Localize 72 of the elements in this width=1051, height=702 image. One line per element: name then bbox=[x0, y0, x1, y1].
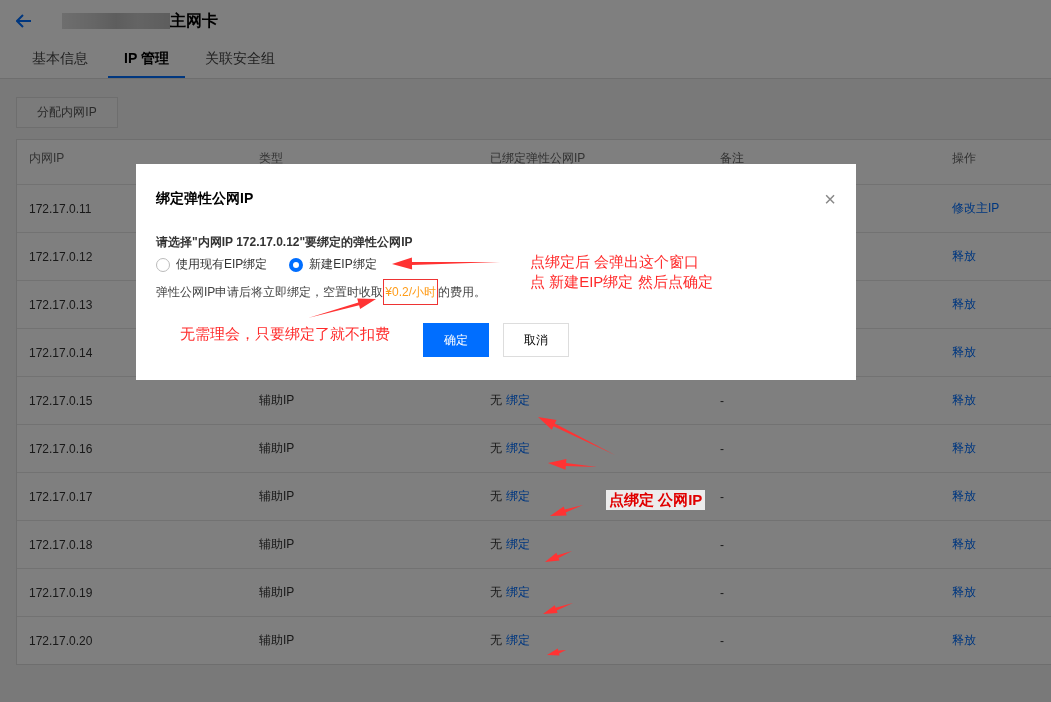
action-link[interactable]: 释放 bbox=[952, 297, 976, 311]
annotation-arrow bbox=[547, 648, 566, 656]
action-link[interactable]: 释放 bbox=[952, 249, 976, 263]
action-link[interactable]: 释放 bbox=[952, 345, 976, 359]
table-cell-text: 172.17.0.14 bbox=[29, 345, 94, 360]
confirm-button[interactable]: 确定 bbox=[423, 323, 489, 357]
action-link[interactable]: 释放 bbox=[952, 489, 976, 503]
action-link[interactable]: 释放 bbox=[952, 633, 976, 647]
bind-link[interactable]: 绑定 bbox=[506, 633, 530, 647]
column-header: 类型 bbox=[259, 150, 284, 167]
table-cell-text: 172.17.0.13 bbox=[29, 297, 94, 312]
table-cell-text: 172.17.0.16 bbox=[29, 441, 94, 456]
price-text: ¥0.2/小时 bbox=[383, 279, 439, 305]
bind-link[interactable]: 绑定 bbox=[506, 537, 530, 551]
table-cell: - bbox=[720, 633, 724, 648]
table-cell: 无 bbox=[490, 633, 502, 647]
table-cell: 辅助IP bbox=[259, 441, 295, 455]
table-cell-text: 172.17.0.17 bbox=[29, 489, 94, 504]
close-icon[interactable]: × bbox=[824, 192, 836, 206]
table-cell: 无 bbox=[490, 489, 502, 503]
table-cell-text: 172.17.0.20 bbox=[29, 633, 94, 648]
table-cell: 无 bbox=[490, 537, 502, 551]
tab[interactable]: IP 管理 bbox=[108, 42, 185, 78]
table-cell-text: 172.17.0.15 bbox=[29, 393, 94, 408]
cancel-button[interactable]: 取消 bbox=[503, 323, 569, 357]
annotation-text: 点绑定 公网IP bbox=[609, 490, 703, 510]
page-title: 主网卡 bbox=[170, 10, 218, 31]
table-cell: - bbox=[720, 441, 724, 456]
column-header: 内网IP bbox=[29, 150, 66, 167]
table-cell: 辅助IP bbox=[259, 489, 295, 503]
table-cell-text: 172.17.0.11 bbox=[29, 201, 93, 216]
bind-link[interactable]: 绑定 bbox=[506, 489, 530, 503]
question-text: 请选择"内网IP 172.17.0.12"要绑定的弹性公网IP bbox=[156, 234, 414, 251]
table-cell-text: 172.17.0.19 bbox=[29, 585, 94, 600]
column-header: 操作 bbox=[952, 150, 977, 167]
bind-link[interactable]: 绑定 bbox=[506, 441, 530, 455]
annotation-arrow bbox=[545, 551, 572, 562]
table-cell: 无 bbox=[490, 585, 502, 599]
radio-label: 使用现有EIP绑定 bbox=[176, 256, 268, 273]
action-link[interactable]: 释放 bbox=[952, 585, 976, 599]
table-cell: - bbox=[720, 537, 724, 552]
action-link[interactable]: 释放 bbox=[952, 393, 976, 407]
table-cell: - bbox=[720, 393, 724, 408]
table-cell: 辅助IP bbox=[259, 633, 295, 647]
table-cell: 辅助IP bbox=[259, 585, 295, 599]
annotation-text: 点 新建EIP绑定 然后点确定 bbox=[530, 272, 713, 292]
annotation-text: 无需理会，只要绑定了就不扣费 bbox=[180, 324, 390, 344]
bind-link[interactable]: 绑定 bbox=[506, 585, 530, 599]
action-link[interactable]: 释放 bbox=[952, 537, 976, 551]
table-cell: 无 bbox=[490, 393, 502, 407]
back-arrow-icon[interactable] bbox=[16, 14, 32, 28]
note-text: 弹性公网IP申请后将立即绑定，空置时收取 bbox=[156, 285, 384, 299]
action-link[interactable]: 修改主IP bbox=[952, 201, 1000, 215]
column-header: 备注 bbox=[720, 150, 745, 167]
column-header: 已绑定弹性公网IP bbox=[490, 150, 587, 167]
action-link[interactable]: 释放 bbox=[952, 441, 976, 455]
table-cell: 无 bbox=[490, 441, 502, 455]
table-cell: - bbox=[720, 585, 724, 600]
table-cell-text: 172.17.0.18 bbox=[29, 537, 94, 552]
tab[interactable]: 基本信息 bbox=[16, 42, 104, 78]
annotation-arrow bbox=[550, 505, 583, 516]
annotation-text: 点绑定后 会弹出这个窗口 bbox=[530, 252, 701, 272]
radio-button[interactable] bbox=[289, 257, 304, 272]
table-cell: - bbox=[720, 489, 724, 504]
table-cell: 辅助IP bbox=[259, 537, 295, 551]
radio-label: 新建EIP绑定 bbox=[309, 256, 377, 273]
note-text: 的费用。 bbox=[438, 285, 487, 299]
bind-link[interactable]: 绑定 bbox=[506, 393, 530, 407]
table-cell: 辅助IP bbox=[259, 393, 295, 407]
annotation-arrow bbox=[543, 603, 573, 614]
dialog-title: 绑定弹性公网IP bbox=[156, 190, 254, 208]
tab[interactable]: 关联安全组 bbox=[188, 42, 291, 78]
